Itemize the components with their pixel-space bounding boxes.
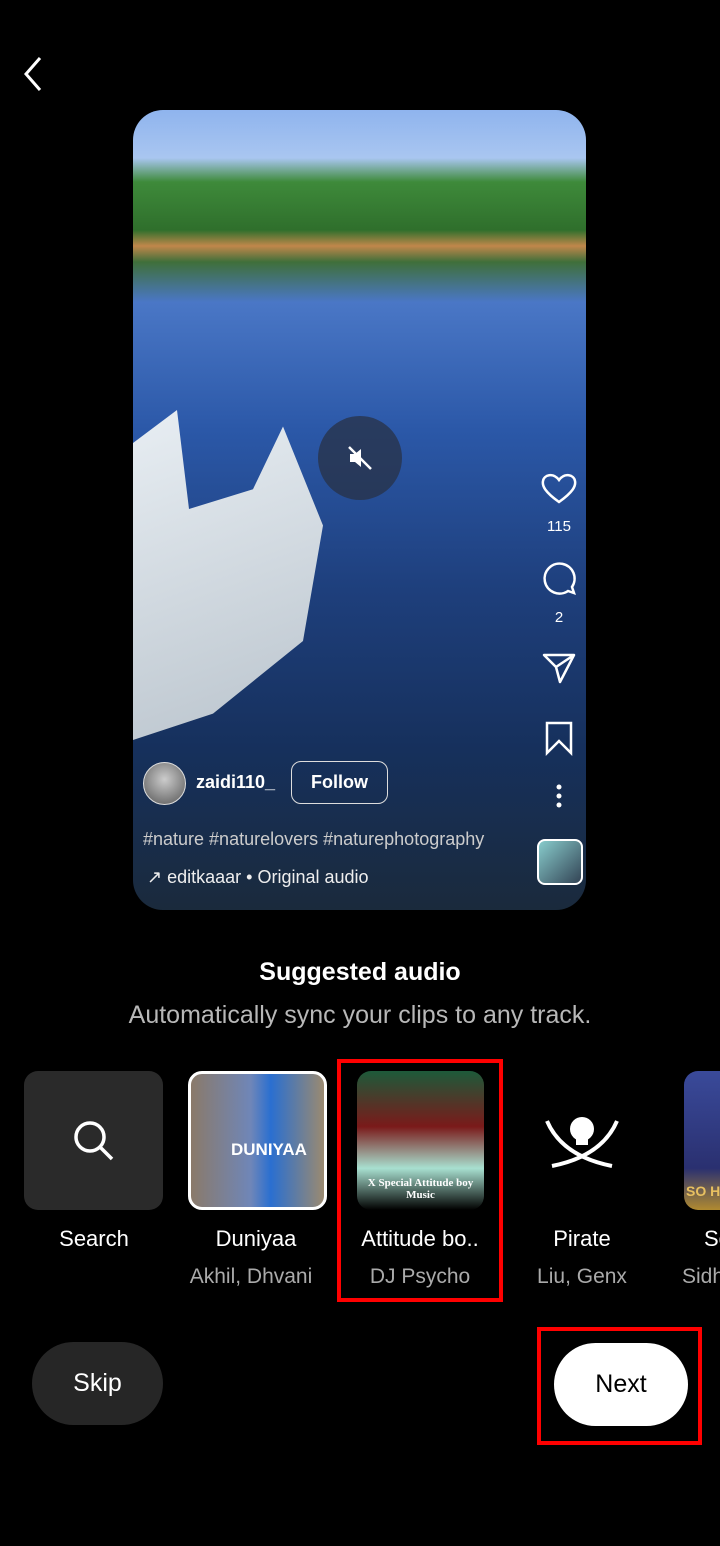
like-count: 115	[547, 518, 571, 535]
cover-text: SO HI	[686, 1183, 720, 1199]
section-title: Suggested audio	[259, 958, 461, 986]
reel-preview[interactable]: 115 2 zaidi110_ Follow #nature #naturelo…	[133, 110, 586, 910]
search-icon	[73, 1120, 113, 1160]
cover-text: DUNIYAA	[231, 1140, 307, 1159]
tile-label: So High	[704, 1226, 720, 1251]
username[interactable]: zaidi110_	[196, 772, 275, 793]
skip-button[interactable]: Skip	[32, 1342, 163, 1425]
skull-crossbones-icon	[545, 1116, 619, 1168]
caption: #nature #naturelovers #naturephotography	[143, 829, 485, 849]
audio-thumbnail[interactable]	[537, 839, 583, 885]
tile-artist: Akhil, Dhvani	[189, 1265, 313, 1288]
avatar[interactable]	[143, 762, 186, 805]
follow-button[interactable]: Follow	[291, 761, 388, 804]
bookmark-icon	[545, 721, 573, 756]
heart-icon	[541, 473, 577, 504]
audio-label: editkaaar • Original audio	[167, 867, 369, 887]
comment-icon	[543, 562, 576, 595]
tile-label: Search	[59, 1226, 129, 1251]
arrow-up-right-icon: ↗	[147, 867, 168, 887]
share-button[interactable]	[539, 652, 579, 684]
comment-button[interactable]	[539, 560, 579, 596]
audio-link[interactable]: ↗ editkaaar • Original audio	[147, 867, 369, 888]
audio-cover-pirate[interactable]	[518, 1071, 646, 1210]
boat-image	[133, 410, 323, 740]
audio-cover-so-high[interactable]: SO HI	[684, 1071, 720, 1210]
highlight-box	[537, 1327, 702, 1445]
tile-label: Pirate	[553, 1226, 611, 1251]
save-button[interactable]	[539, 720, 579, 756]
tile-artist: Sidhu	[682, 1265, 720, 1288]
audio-cover-duniyaa[interactable]: DUNIYAA	[188, 1071, 327, 1210]
more-vertical-icon	[556, 784, 562, 808]
send-icon	[542, 653, 576, 684]
audio-search-tile[interactable]	[24, 1071, 163, 1210]
tile-label: Duniyaa	[215, 1226, 297, 1251]
mute-button[interactable]	[318, 416, 402, 500]
back-button[interactable]	[18, 54, 48, 94]
section-subtitle: Automatically sync your clips to any tra…	[128, 1001, 592, 1029]
more-button[interactable]	[539, 784, 579, 808]
like-button[interactable]	[539, 472, 579, 504]
chevron-left-icon	[24, 57, 42, 91]
tile-artist: Liu, Genx	[537, 1265, 627, 1288]
highlight-box	[337, 1059, 503, 1302]
speaker-muted-icon	[348, 446, 372, 470]
comment-count: 2	[554, 609, 564, 626]
